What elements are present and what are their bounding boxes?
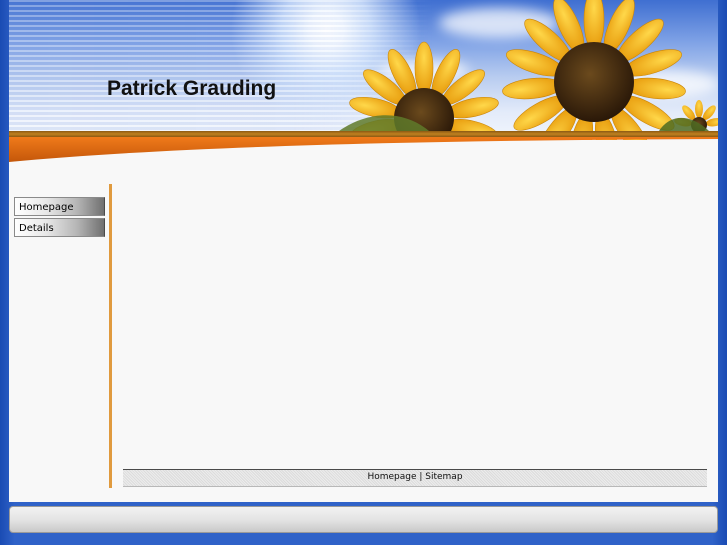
main-content (123, 184, 707, 464)
sunflower-icon (339, 0, 718, 140)
nav-item-homepage[interactable]: Homepage (14, 197, 105, 216)
page-frame: Patrick Grauding Homepage Details Homepa… (9, 0, 718, 502)
bottom-bar (9, 506, 718, 533)
header-banner: Patrick Grauding (9, 0, 718, 140)
page-background: { "header": { "site_title": "Patrick Gra… (0, 0, 727, 545)
site-title: Patrick Grauding (107, 77, 277, 100)
sidebar-divider (109, 184, 112, 488)
footer-link-homepage[interactable]: Homepage (367, 472, 416, 482)
footer-separator: | (416, 472, 426, 482)
orange-swoosh (9, 137, 718, 162)
footer-bar: Homepage | Sitemap (123, 469, 707, 487)
nav-item-details[interactable]: Details (14, 218, 105, 237)
sidebar-nav: Homepage Details (14, 197, 105, 239)
footer-link-sitemap[interactable]: Sitemap (425, 472, 462, 482)
